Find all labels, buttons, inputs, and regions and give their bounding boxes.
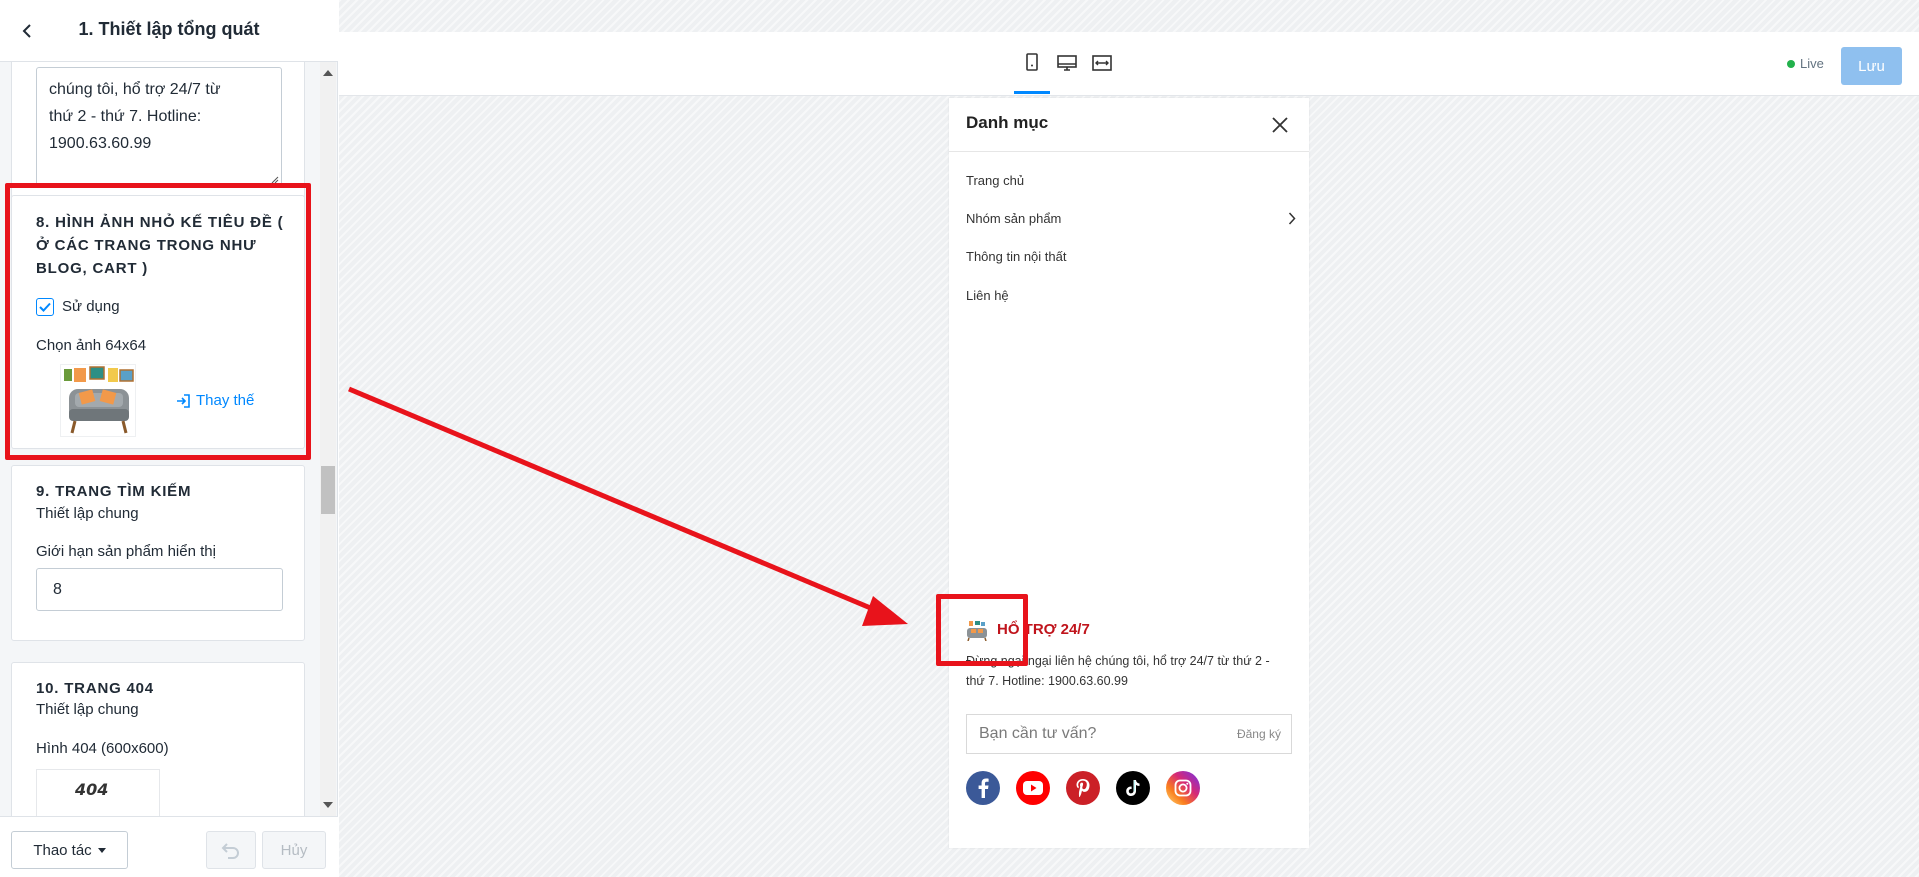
settings-card-title-image: 8. HÌNH ẢNH NHỎ KẾ TIÊU ĐỀ ( Ở CÁC TRANG… [11,195,305,449]
textarea-line: 1900.63.60.99 [49,135,152,152]
fullwidth-icon [1092,55,1112,71]
use-image-checkbox[interactable] [36,298,54,316]
actions-label: Thao tác [33,841,92,859]
panel-footer: Thao tác Hủy [0,816,338,877]
settings-scroll-area[interactable]: chúng tôi, hổ trợ 24/7 từ thứ 2 - thứ 7.… [0,62,320,816]
menu-item-contact[interactable]: Liên hệ [966,288,1296,303]
panel-title: 1. Thiết lập tổng quát [78,19,260,39]
settings-card-search-page: 9. TRANG TÌM KIẾM Thiết lập chung Giới h… [11,465,305,641]
image-404-thumbnail[interactable]: 404 [36,769,160,816]
image-size-label: Chọn ảnh 64x64 [36,337,147,354]
cancel-button[interactable]: Hủy [262,831,326,869]
actions-dropdown-button[interactable]: Thao tác [11,831,128,869]
menu-drawer-title: Danh mục [966,113,1049,132]
save-button[interactable]: Lưu [1841,47,1902,85]
live-label: Live [1800,56,1824,71]
checkmark-icon [39,302,51,312]
device-fullwidth-button[interactable] [1084,32,1120,94]
instagram-icon[interactable] [1166,771,1200,805]
device-mobile-button[interactable] [1014,32,1050,94]
scroll-down-icon[interactable] [323,802,333,808]
youtube-icon[interactable] [1016,771,1050,805]
thumb-404-text: 404 [75,780,109,799]
menu-item-home[interactable]: Trang chủ [966,173,1296,188]
undo-button[interactable] [206,831,256,869]
section-subtitle: Thiết lập chung [36,505,139,522]
menu-item-label: Liên hệ [966,288,1009,303]
menu-item-products[interactable]: Nhóm sản phẩm [966,211,1296,226]
textarea-line: chúng tôi, hổ trợ 24/7 từ [49,81,221,98]
menu-item-label: Trang chủ [966,173,1025,188]
sofa-icon [967,621,987,641]
consult-form: Bạn cần tư vấn? Đăng ký [966,714,1292,754]
resize-handle-icon[interactable] [269,174,279,184]
preview-toolbar: Live Lưu [339,32,1919,96]
register-button[interactable]: Đăng ký [1237,727,1281,741]
menu-item-label: Nhóm sản phẩm [966,211,1062,226]
preview-canvas: Live Lưu Danh mục Trang chủ Nhóm sản phẩ… [339,0,1919,877]
desktop-icon [1057,55,1077,71]
support-title: HỔ TRỢ 24/7 [997,621,1090,638]
section-heading-line: Ở CÁC TRANG TRONG NHƯ [36,237,257,254]
sofa-image [64,366,134,434]
checkbox-label: Sử dụng [62,298,120,315]
scroll-thumb[interactable] [321,466,335,514]
section-heading: 8. HÌNH ẢNH NHỎ KẾ TIÊU ĐỀ ( Ở CÁC TRANG… [36,211,283,280]
login-arrow-icon [177,393,190,408]
menu-item-label: Thông tin nội thất [966,249,1067,264]
menu-drawer-header: Danh mục [949,98,1309,152]
tiktok-icon[interactable] [1116,771,1150,805]
textarea-line: thứ 2 - thứ 7. Hotline: [49,108,202,125]
mobile-icon [1026,52,1038,71]
close-icon[interactable] [1269,114,1291,136]
title-image-thumbnail[interactable] [60,364,136,437]
device-desktop-button[interactable] [1049,32,1085,94]
panel-header: 1. Thiết lập tổng quát [0,0,338,62]
section-heading: 10. TRANG 404 [36,680,154,697]
section-subtitle: Thiết lập chung [36,701,139,718]
live-status: Live [1787,56,1824,71]
consult-input[interactable]: Bạn cần tư vấn? [979,725,1096,743]
pinterest-icon[interactable] [1066,771,1100,805]
facebook-icon[interactable] [966,771,1000,805]
scroll-up-icon[interactable] [323,70,333,76]
section-heading-line: 8. HÌNH ẢNH NHỎ KẾ TIÊU ĐỀ ( [36,214,284,231]
replace-label: Thay thế [196,392,255,409]
mobile-menu-preview: Danh mục Trang chủ Nhóm sản phẩm Thông t… [949,98,1309,848]
footer-text-textarea[interactable]: chúng tôi, hổ trợ 24/7 từ thứ 2 - thứ 7.… [36,67,282,187]
replace-image-link[interactable]: Thay thế [175,392,254,409]
live-dot-icon [1787,59,1795,68]
section-heading: 9. TRANG TÌM KIẾM [36,483,192,500]
product-limit-input[interactable]: 8 [36,568,283,611]
panel-scrollbar[interactable] [320,62,336,816]
image-404-label: Hình 404 (600x600) [36,740,169,757]
support-text: Đừng ngại ngại liên hệ chúng tôi, hổ trợ… [966,654,1270,688]
menu-item-furniture-info[interactable]: Thông tin nội thất [966,249,1296,264]
section-heading-line: BLOG, CART ) [36,260,149,277]
product-limit-label: Giới hạn sản phẩm hiển thị [36,543,216,560]
undo-icon [221,843,239,859]
chevron-right-icon[interactable] [1288,212,1296,225]
caret-down-icon [97,847,106,853]
settings-panel: 1. Thiết lập tổng quát chúng tôi, hổ trợ… [0,0,338,877]
settings-card-404-page: 10. TRANG 404 Thiết lập chung Hình 404 (… [11,662,305,816]
